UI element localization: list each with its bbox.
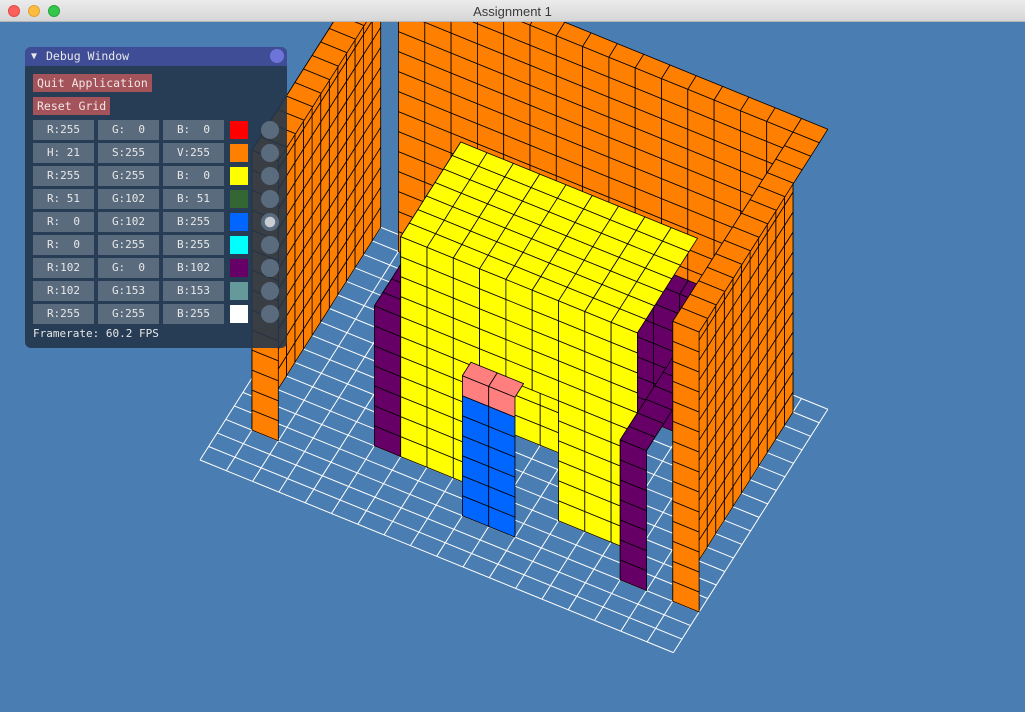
color-channel-field[interactable]: R:102 bbox=[33, 281, 94, 301]
color-channel-field[interactable]: R:255 bbox=[33, 166, 94, 186]
color-swatch[interactable] bbox=[230, 282, 248, 300]
color-row: R: 0 G:255 B:255 bbox=[25, 235, 287, 256]
color-channel-field[interactable]: G:255 bbox=[98, 235, 159, 255]
color-channel-field[interactable]: R:255 bbox=[33, 120, 94, 140]
color-channel-field[interactable]: S:255 bbox=[98, 143, 159, 163]
debug-window[interactable]: ▼ Debug Window Quit Application Reset Gr… bbox=[25, 47, 287, 348]
color-swatch[interactable] bbox=[230, 259, 248, 277]
framerate-label: Framerate: 60.2 FPS bbox=[33, 327, 159, 340]
color-row: R: 51 G:102 B: 51 bbox=[25, 189, 287, 210]
color-channel-field[interactable]: G:153 bbox=[98, 281, 159, 301]
color-channel-field[interactable]: R: 51 bbox=[33, 189, 94, 209]
color-select-radio[interactable] bbox=[261, 144, 279, 162]
color-channel-field[interactable]: B:255 bbox=[163, 304, 224, 324]
color-channel-field[interactable]: G:255 bbox=[98, 304, 159, 324]
color-channel-field[interactable]: B:102 bbox=[163, 258, 224, 278]
color-swatch[interactable] bbox=[230, 190, 248, 208]
color-channel-field[interactable]: G: 0 bbox=[98, 258, 159, 278]
reset-grid-button[interactable]: Reset Grid bbox=[33, 97, 111, 115]
color-swatch[interactable] bbox=[230, 236, 248, 254]
color-channel-field[interactable]: R: 0 bbox=[33, 212, 94, 232]
window-close-dot-icon[interactable] bbox=[270, 49, 284, 63]
color-select-radio[interactable] bbox=[261, 121, 279, 139]
color-select-radio[interactable] bbox=[261, 167, 279, 185]
color-row: R:102 G: 0 B:102 bbox=[25, 258, 287, 279]
color-channel-field[interactable]: H: 21 bbox=[33, 143, 94, 163]
color-row: R: 0 G:102 B:255 bbox=[25, 212, 287, 233]
color-channel-field[interactable]: B: 0 bbox=[163, 166, 224, 186]
color-swatch[interactable] bbox=[230, 121, 248, 139]
title-bar: Assignment 1 bbox=[0, 0, 1025, 22]
color-row: H: 21 S:255 V:255 bbox=[25, 143, 287, 164]
color-row: R:102 G:153 B:153 bbox=[25, 281, 287, 302]
color-channel-field[interactable]: R:255 bbox=[33, 304, 94, 324]
color-channel-field[interactable]: R:102 bbox=[33, 258, 94, 278]
color-channel-field[interactable]: G: 0 bbox=[98, 120, 159, 140]
debug-window-title: Debug Window bbox=[46, 49, 130, 63]
color-swatch[interactable] bbox=[230, 305, 248, 323]
color-row: R:255 G:255 B: 0 bbox=[25, 166, 287, 187]
color-select-radio[interactable] bbox=[261, 305, 279, 323]
color-channel-field[interactable]: B:255 bbox=[163, 212, 224, 232]
color-select-radio[interactable] bbox=[261, 282, 279, 300]
color-channel-field[interactable]: G:102 bbox=[98, 212, 159, 232]
color-row: R:255 G:255 B:255 bbox=[25, 304, 287, 325]
quit-application-button[interactable]: Quit Application bbox=[33, 74, 152, 92]
collapse-arrow-icon[interactable]: ▼ bbox=[31, 47, 37, 66]
color-swatch[interactable] bbox=[230, 144, 248, 162]
debug-window-header[interactable]: ▼ Debug Window bbox=[25, 47, 287, 66]
color-channel-field[interactable]: B:153 bbox=[163, 281, 224, 301]
color-select-radio[interactable] bbox=[261, 259, 279, 277]
color-channel-field[interactable]: B: 0 bbox=[163, 120, 224, 140]
color-channel-field[interactable]: G:102 bbox=[98, 189, 159, 209]
color-channel-field[interactable]: B: 51 bbox=[163, 189, 224, 209]
color-channel-field[interactable]: B:255 bbox=[163, 235, 224, 255]
voxel-structures bbox=[251, 22, 829, 613]
color-channel-field[interactable]: R: 0 bbox=[33, 235, 94, 255]
color-channel-field[interactable]: V:255 bbox=[163, 143, 224, 163]
color-row: R:255 G: 0 B: 0 bbox=[25, 120, 287, 141]
color-swatch[interactable] bbox=[230, 213, 248, 231]
color-select-radio[interactable] bbox=[261, 236, 279, 254]
color-channel-field[interactable]: G:255 bbox=[98, 166, 159, 186]
window-title: Assignment 1 bbox=[473, 4, 552, 19]
color-select-radio[interactable] bbox=[261, 190, 279, 208]
color-select-radio[interactable] bbox=[261, 213, 279, 231]
color-swatch[interactable] bbox=[230, 167, 248, 185]
